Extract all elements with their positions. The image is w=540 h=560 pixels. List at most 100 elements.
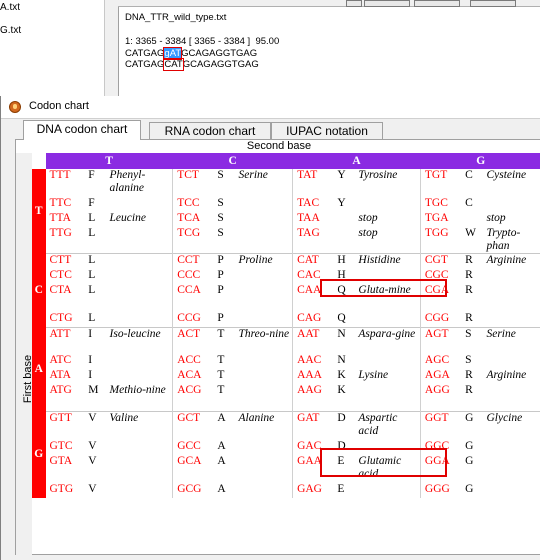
amino-name-cell: Cysteine [486, 169, 527, 181]
amino-name-cell: Tyrosine [358, 169, 398, 181]
toolbar-button[interactable] [414, 0, 460, 7]
alignment-line-1[interactable]: CATGAGgATGCAGAGGTGAG [125, 47, 257, 60]
app-icon [9, 101, 21, 113]
codon-cell: CAA [292, 284, 334, 312]
amino-letter-cell: G [465, 482, 474, 495]
tab-dna-codon-chart[interactable]: DNA codon chart [23, 120, 141, 140]
amino-letter-cell: R [465, 368, 473, 381]
file-list-item[interactable]: G.txt [0, 25, 21, 36]
amino-letter-cell: Q [337, 312, 346, 324]
amino-letter-cell: L [88, 312, 96, 324]
codon-cell: CAT [292, 253, 334, 269]
amino-letter-cell: R [465, 383, 473, 396]
amino-letter-cell: H [337, 269, 346, 281]
amino-letter-cell: S [217, 169, 224, 181]
amino-name-cell [482, 312, 540, 328]
amino-letter-cell: E [337, 482, 345, 495]
codon-cell: GGA [419, 454, 462, 483]
codon-cell: GCA [172, 454, 214, 483]
amino-letter-cell: Q [337, 284, 346, 296]
amino-letter-cell: P [217, 284, 224, 296]
first-base-cell: T [32, 169, 46, 254]
amino-name-cell [482, 284, 540, 312]
amino-name-cell [106, 197, 173, 212]
codon-cell: CGG [419, 312, 462, 328]
seq-text: CATGAG [125, 59, 165, 70]
amino-letter-cell: F [88, 197, 95, 209]
codon-cell: AAG [292, 383, 334, 412]
codon-cell: ATC [49, 353, 72, 366]
splitter[interactable] [105, 0, 118, 100]
amino-letter-cell: P [213, 253, 235, 269]
toolbar-button[interactable] [364, 0, 410, 7]
amino-name-cell [234, 227, 292, 254]
amino-letter-cell: A [217, 439, 226, 452]
amino-letter-cell: R [465, 284, 473, 296]
codon-cell: ATT [45, 327, 85, 354]
amino-name-cell [234, 384, 292, 412]
alignment-header: 1: 3365 - 3384 [ 3365 - 3384 ] 95.00 [125, 36, 280, 47]
codon-cell: GGG [419, 482, 462, 498]
amino-letter-cell: S [217, 212, 224, 224]
file-list-item[interactable]: A.txt [0, 2, 20, 13]
title-bar[interactable]: Codon chart [1, 96, 540, 119]
amino-name-cell [234, 354, 292, 369]
tab-iupac-notation[interactable]: IUPAC notation [271, 122, 383, 139]
codon-cell: CGA [419, 284, 462, 312]
codon-cell: CGT [419, 253, 462, 269]
codon-cell: GCT [172, 411, 214, 440]
codon-cell: AGG [419, 383, 462, 412]
amino-name-cell [106, 354, 173, 369]
amino-name-cell: Arginine [482, 253, 540, 269]
amino-letter-cell [333, 227, 354, 254]
amino-letter-cell: I [88, 353, 93, 366]
codon-cell: TGG [419, 227, 462, 254]
codon-cell: TTC [49, 197, 72, 209]
amino-name-cell: Serine [482, 327, 540, 354]
amino-letter-cell: L [88, 212, 96, 224]
amino-letter-cell: R [461, 253, 483, 269]
amino-letter-cell: V [84, 411, 106, 440]
codon-cell: TGA [419, 212, 462, 227]
toolbar-button[interactable] [470, 0, 516, 7]
codon-cell: ATG [49, 383, 72, 396]
amino-letter-cell: K [337, 383, 346, 396]
codon-cell: TCG [172, 227, 214, 254]
codon-cell: GAG [292, 482, 334, 498]
tab-rna-codon-chart[interactable]: RNA codon chart [149, 122, 271, 139]
amino-name-cell: Proline [234, 253, 293, 269]
amino-name-cell: Glutamic acid [358, 454, 402, 480]
amino-name-cell: Leucine [109, 212, 146, 224]
amino-letter-cell: G [461, 411, 483, 440]
codon-cell: GAC [292, 439, 334, 455]
amino-letter-cell: L [88, 227, 96, 239]
selected-bases[interactable]: gAT [163, 47, 183, 60]
first-base-cell: A [32, 327, 46, 412]
alignment-line-2[interactable]: CATGAGCATGCAGAGGTGAG [125, 58, 259, 71]
sequence-view[interactable]: DNA_TTR_wild_type.txt 1: 3365 - 3384 [ 3… [118, 0, 540, 100]
toolbar-button[interactable] [346, 0, 362, 7]
codon-cell: CTT [45, 253, 85, 269]
codon-cell: CTA [49, 284, 72, 296]
amino-letter-cell: S [461, 327, 483, 354]
tab-panel: Second base First base T C A G T TTT F Phenyl-a… [15, 139, 540, 556]
codon-cell: GTT [45, 411, 85, 440]
amino-name-cell [106, 369, 173, 384]
codon-cell: GAT [292, 411, 334, 440]
codon-cell: CCC [172, 269, 214, 284]
codon-cell: CCG [172, 312, 214, 328]
amino-name-cell [482, 455, 540, 483]
codon-cell: TAT [292, 169, 334, 197]
amino-name-cell [354, 197, 420, 212]
codon-cell: AGT [419, 327, 462, 354]
amino-letter-cell: I [88, 368, 93, 381]
amino-name-cell: Gluta-mine [358, 284, 411, 296]
amino-letter-cell: L [84, 253, 106, 269]
second-base-header: C [172, 153, 293, 169]
codon-chart-dialog: Codon chart DNA codon chart RNA codon ch… [0, 96, 540, 560]
table-corner [32, 153, 46, 169]
codon-cell: CCA [172, 284, 214, 312]
file-list-pane[interactable]: A.txt G.txt [0, 0, 105, 100]
codon-cell: ACC [172, 353, 214, 369]
codon-cell: TAA [292, 212, 334, 227]
